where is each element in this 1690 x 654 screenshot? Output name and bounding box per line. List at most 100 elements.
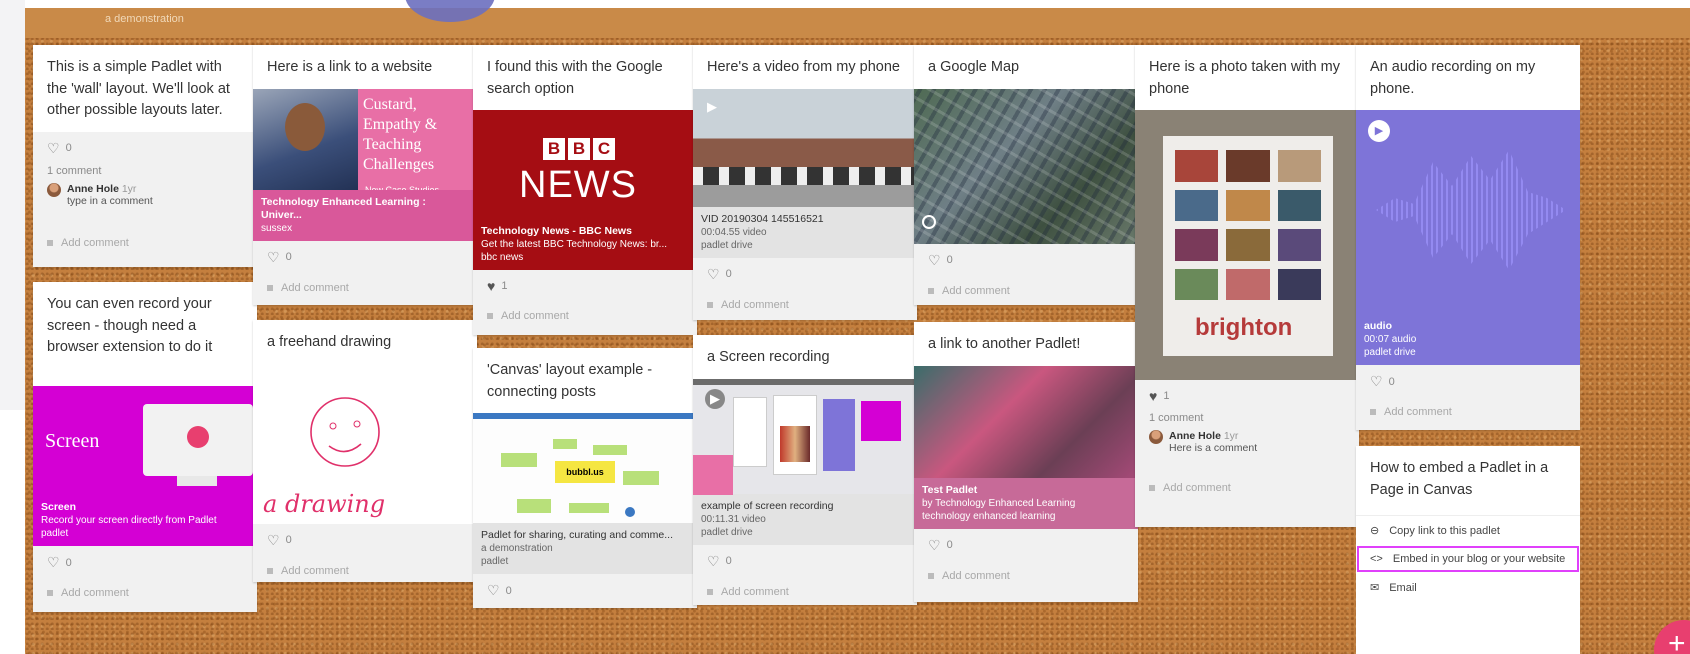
monitor-icon — [143, 404, 253, 486]
audio-thumbnail[interactable]: ▶ audio 00:07 audio padlet drive — [1356, 110, 1580, 365]
mindmap-node — [517, 499, 551, 513]
thumbnail-heading: Custard, Empathy & Teaching Challenges — [363, 95, 438, 173]
photo-thumbnail[interactable]: brighton — [1135, 110, 1359, 380]
post-card[interactable]: a Screen recording ▶ example of screen r… — [693, 335, 917, 605]
comment: Anne Hole 1yr Here is a comment — [1135, 424, 1359, 460]
like-button[interactable]: ♡ 0 — [693, 258, 917, 291]
like-button[interactable]: ♡ 0 — [1356, 365, 1580, 398]
post-card[interactable]: a freehand drawing a drawing ♡ 0 Add comm… — [253, 320, 477, 582]
play-icon[interactable]: ▶ — [705, 388, 725, 409]
link-thumbnail[interactable]: Custard, Empathy & Teaching Challenges N… — [253, 88, 477, 241]
post-card[interactable]: Here's a video from my phone ▶ VID 20190… — [693, 45, 917, 320]
play-icon[interactable]: ▶ — [707, 99, 717, 115]
post-card[interactable]: This is a simple Padlet with the 'wall' … — [33, 45, 257, 267]
comment-text: Here is a comment — [1169, 442, 1258, 454]
post-card[interactable]: a Google Map ♡ 0 Add comment — [914, 45, 1138, 305]
like-button[interactable]: ♡ 0 — [33, 546, 257, 579]
add-comment-field[interactable]: Add comment — [33, 579, 257, 609]
caption-desc: 00:04.55 video — [701, 226, 767, 238]
preview-column — [733, 396, 767, 467]
like-count: 0 — [725, 268, 732, 280]
like-button[interactable]: ♡ 0 — [914, 529, 1138, 562]
embed-menu-item[interactable]: <> Embed in your blog or your website — [1356, 545, 1580, 573]
window-top-edge — [0, 0, 1690, 8]
comment-count: 1 comment — [47, 164, 102, 177]
post-card[interactable]: 'Canvas' layout example - connecting pos… — [473, 348, 697, 608]
post-card[interactable]: a link to another Padlet! Test Padlet by… — [914, 322, 1138, 602]
post-title: a link to another Padlet! — [914, 322, 1138, 366]
map-marker-icon — [922, 214, 936, 229]
add-comment-placeholder: Add comment — [501, 310, 569, 322]
post-title: You can even record your screen - though… — [33, 282, 257, 386]
add-comment-field[interactable]: Add comment — [693, 578, 917, 606]
audio-waveform — [1376, 150, 1566, 270]
comment-icon — [707, 588, 713, 595]
comment-icon — [267, 567, 273, 574]
comment-icon — [1370, 409, 1376, 415]
like-count: 0 — [946, 254, 953, 266]
add-comment-field[interactable]: Add comment — [473, 302, 697, 332]
screen-recorder-thumbnail[interactable]: Screen Screen Record your screen directl… — [33, 386, 257, 546]
thumbnail-word: Screen — [45, 430, 100, 452]
like-button[interactable]: ♡ 0 — [253, 524, 477, 557]
comment-icon — [928, 287, 934, 294]
comment-author: Anne Hole — [67, 182, 119, 195]
post-title: a freehand drawing — [253, 320, 477, 364]
like-button[interactable]: ♡ 0 — [33, 132, 257, 165]
post-card[interactable]: Here is a link to a website Custard, Emp… — [253, 45, 477, 305]
caption-desc: a demonstration — [481, 543, 553, 554]
link-caption: Technology News - BBC News Get the lates… — [473, 219, 675, 270]
email-menu-item[interactable]: ✉ Email — [1356, 573, 1580, 602]
add-comment-field[interactable]: Add comment — [253, 274, 477, 304]
add-comment-field[interactable]: Add comment — [33, 229, 257, 259]
post-card[interactable]: You can even record your screen - though… — [33, 282, 257, 612]
menu-label: Embed in your blog or your website — [1392, 553, 1566, 565]
copy-link-menu-item[interactable]: ⊖ Copy link to this padlet — [1356, 516, 1580, 545]
post-card[interactable]: How to embed a Padlet in a Page in Canva… — [1356, 446, 1580, 654]
post-title: a Google Map — [914, 45, 1138, 89]
like-button[interactable]: ♡ 0 — [253, 241, 477, 274]
add-post-button[interactable]: + — [1654, 620, 1690, 654]
post-title: How to embed a Padlet in a Page in Canva… — [1356, 446, 1580, 516]
heart-icon: ♡ — [47, 554, 60, 570]
post-card[interactable]: Here is a photo taken with my phone brig… — [1135, 45, 1359, 527]
mindmap-thumbnail[interactable]: bubbl.us — [473, 413, 697, 523]
like-button[interactable]: ♡ 0 — [693, 545, 917, 578]
like-button[interactable]: ♥ 1 — [1135, 380, 1359, 412]
bbc-news-thumbnail[interactable]: B B C NEWS Technology News - BBC News Ge… — [473, 110, 697, 270]
padlet-link-thumbnail[interactable] — [914, 365, 1138, 478]
menu-label: Copy link to this padlet — [1389, 524, 1500, 537]
screen-recording-thumbnail[interactable]: ▶ — [693, 378, 917, 495]
caption-title: VID 20190304 145516521 — [701, 212, 824, 225]
like-button[interactable]: ♡ 0 — [914, 244, 1138, 277]
add-comment-field[interactable]: Add comment — [1356, 398, 1580, 428]
menu-label: Email — [1389, 581, 1417, 594]
header-decoration — [405, 0, 495, 22]
add-comment-field[interactable]: Add comment — [1135, 474, 1359, 504]
preview-photo — [780, 425, 810, 462]
drawing-canvas[interactable]: a drawing — [253, 363, 477, 524]
caption-desc: by Technology Enhanced Learning — [922, 497, 1076, 509]
caption-source: padlet drive — [701, 239, 753, 251]
like-button[interactable]: ♥ 1 — [473, 270, 697, 302]
post-card[interactable]: I found this with the Google search opti… — [473, 45, 697, 335]
heart-icon: ♡ — [267, 248, 280, 265]
like-count: 0 — [505, 584, 512, 597]
like-count: 1 — [501, 280, 508, 292]
video-thumbnail[interactable]: ▶ — [693, 88, 917, 207]
add-comment-field[interactable]: Add comment — [914, 277, 1138, 306]
like-button[interactable]: ♡ 0 — [473, 574, 697, 607]
heart-icon: ♡ — [267, 531, 280, 548]
add-comment-field[interactable]: Add comment — [914, 562, 1138, 592]
add-comment-placeholder: Add comment — [942, 284, 1010, 297]
post-title: Here's a video from my phone — [693, 45, 917, 89]
post-card[interactable]: An audio recording on my phone. ▶ audio … — [1356, 45, 1580, 430]
post-title: a Screen recording — [693, 335, 917, 379]
add-comment-field[interactable]: Add comment — [693, 291, 917, 321]
add-comment-field[interactable]: Add comment — [253, 557, 477, 583]
play-icon[interactable]: ▶ — [1368, 120, 1390, 142]
mindmap-node — [623, 471, 659, 485]
email-icon: ✉ — [1370, 582, 1380, 594]
satellite-map[interactable] — [914, 88, 1138, 244]
caption-title: Technology News - BBC News — [481, 225, 632, 237]
